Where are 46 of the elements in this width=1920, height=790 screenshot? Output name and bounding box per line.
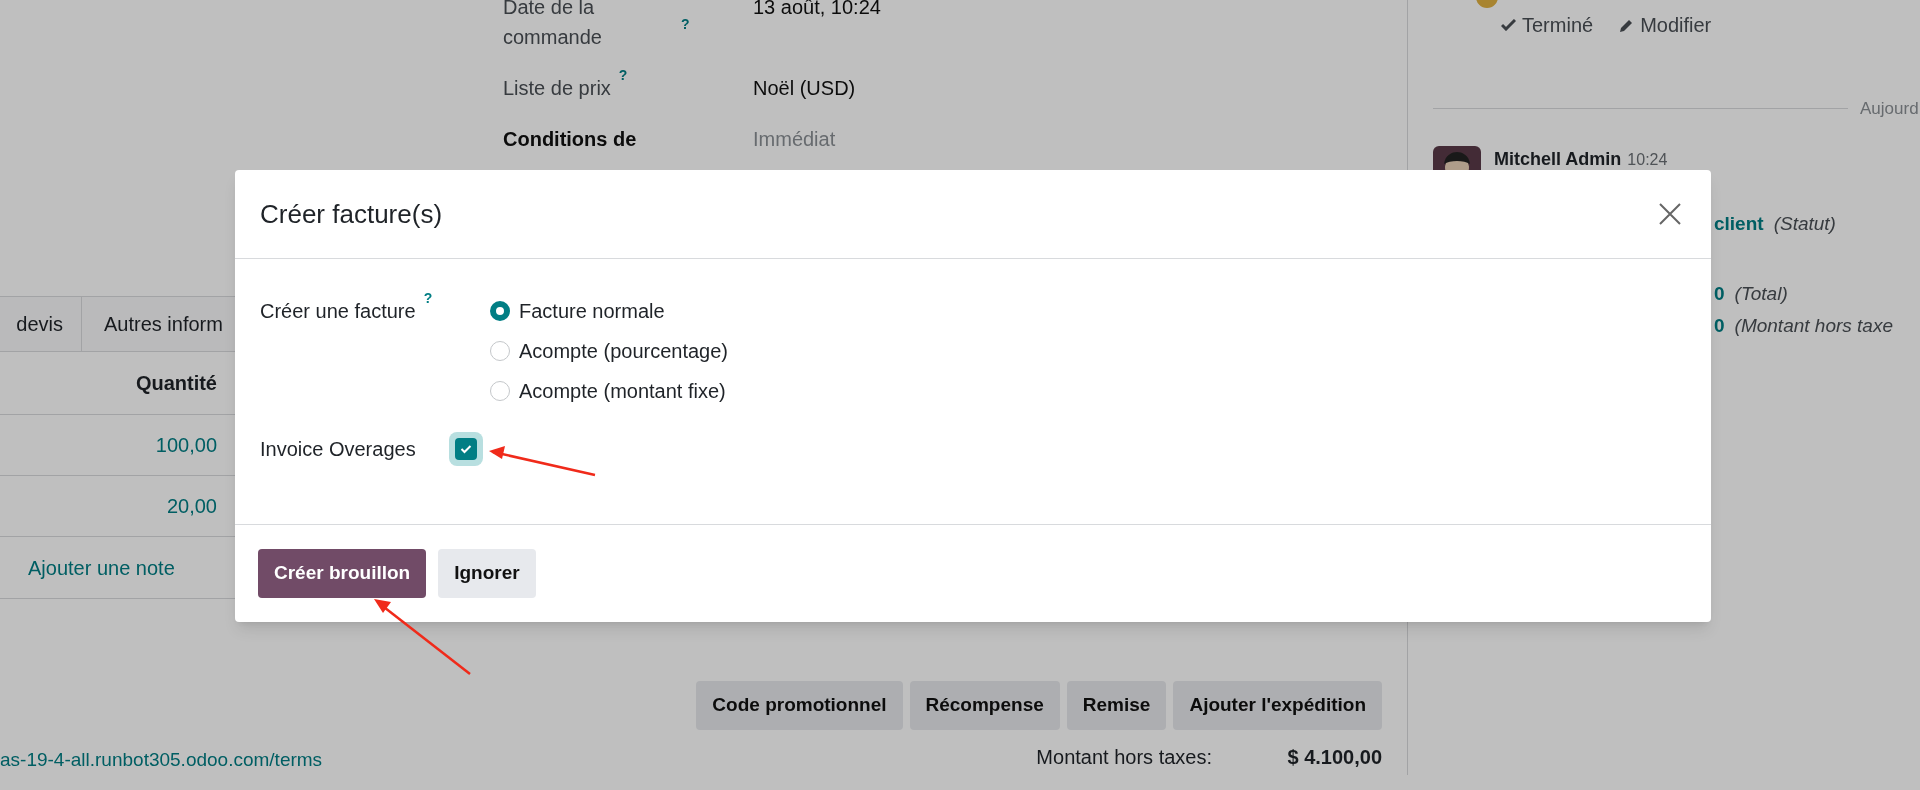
radio-button[interactable] — [490, 381, 510, 401]
field-label: Liste de prix — [503, 76, 611, 101]
help-tooltip[interactable]: ? — [423, 290, 433, 307]
add-note-link[interactable]: Ajouter une note — [28, 552, 175, 583]
check-icon — [1501, 19, 1516, 31]
checkbox[interactable] — [449, 432, 483, 466]
radio-option[interactable]: Acompte (montant fixe) — [490, 377, 728, 405]
message-time: 10:24 — [1627, 149, 1668, 170]
tab[interactable]: devis — [0, 297, 82, 351]
activity-action[interactable]: Terminé — [1501, 10, 1594, 40]
table-cell-text: 100,00 — [154, 433, 217, 458]
pencil-icon — [1619, 17, 1635, 33]
action-button[interactable]: Code promotionnel — [696, 681, 903, 730]
dialog-button[interactable]: Ignorer — [438, 549, 536, 598]
radio-button[interactable] — [490, 341, 510, 361]
field-label: Date de la commande — [503, 0, 603, 50]
tracking-value: client — [1714, 211, 1764, 236]
action-button[interactable]: Récompense — [909, 681, 1060, 730]
close-icon[interactable] — [1659, 203, 1681, 225]
activity-action[interactable]: Modifier — [1619, 10, 1712, 40]
terms-link[interactable]: as-19-4-all.runbot305.odoo.com/terms — [0, 746, 323, 775]
total-label: Montant hors taxes: — [1036, 745, 1212, 770]
radio-option[interactable]: Facture normale — [490, 297, 728, 325]
action-button[interactable]: Ajouter l'expédition — [1173, 681, 1382, 730]
tracking-value: 0 — [1714, 313, 1725, 338]
table-cell-text: 20,00 — [165, 494, 217, 519]
field-label: Invoice Overages — [260, 438, 416, 460]
column-header[interactable]: Quantité — [0, 368, 217, 398]
tracking-value: 0 — [1714, 281, 1725, 306]
total-value: $ 4.100,00 — [1286, 745, 1382, 770]
radio-option[interactable]: Acompte (pourcentage) — [490, 337, 728, 365]
tracking-field: (Montant hors taxe — [1734, 312, 1893, 339]
field-value[interactable]: Noël (USD) — [753, 73, 856, 103]
help-tooltip[interactable]: ? — [618, 67, 628, 84]
date-separator: Aujourd — [1860, 98, 1919, 120]
tracking-field: (Total) — [1734, 280, 1788, 307]
dialog-button[interactable]: Créer brouillon — [258, 549, 427, 598]
field-value[interactable]: 13 août, 10:24 — [753, 0, 881, 52]
check-icon — [460, 444, 472, 454]
dialog-title: Créer facture(s) — [260, 197, 443, 231]
action-button[interactable]: Remise — [1066, 681, 1167, 730]
radio-button[interactable] — [490, 301, 510, 321]
field-label: Conditions de — [503, 127, 637, 152]
help-tooltip[interactable]: ? — [681, 16, 690, 33]
author-name[interactable]: Mitchell Admin — [1494, 145, 1622, 173]
tracking-field: (Statut) — [1773, 210, 1836, 237]
